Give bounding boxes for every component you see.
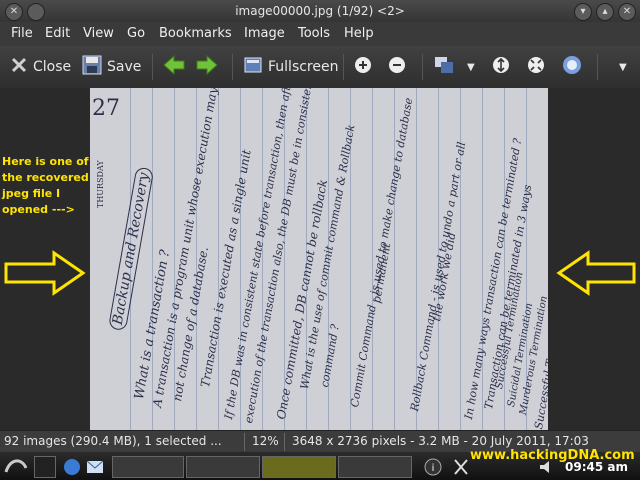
chevron-down-icon: ▼ (619, 61, 627, 73)
fit-window-button[interactable] (527, 56, 550, 78)
ruled-line (218, 88, 219, 430)
minimize-button[interactable]: ▾ (574, 3, 592, 21)
clock[interactable]: 09:45 am (565, 460, 628, 474)
save-button[interactable]: Save (82, 55, 142, 79)
fit-height-button[interactable] (492, 56, 515, 78)
toolbar: Close Save Fullscreen ▼ ▼ (0, 46, 640, 89)
zoom-in-icon (354, 56, 372, 78)
ruled-line (482, 88, 483, 430)
window-title: image00000.jpg (1/92) <2> (235, 4, 405, 18)
taskbar-window[interactable] (338, 456, 412, 478)
close-label: Close (33, 59, 72, 75)
fit-window-icon (527, 56, 545, 78)
menu-bookmarks[interactable]: Bookmarks (159, 26, 232, 41)
zoom-level[interactable]: 12% (252, 434, 279, 448)
zoom-fit-button[interactable] (562, 56, 587, 78)
menu-help[interactable]: Help (344, 26, 374, 41)
toolbar-overflow-button[interactable]: ▼ (619, 56, 627, 78)
selection-status: 92 images (290.4 MB), 1 selected ... (4, 434, 222, 448)
status-divider (244, 433, 245, 451)
save-icon (82, 55, 102, 79)
arrow-right-icon (196, 54, 218, 79)
next-button[interactable] (196, 54, 223, 79)
arrow-right-annotation-icon (4, 250, 86, 296)
magnifier-icon (562, 55, 582, 79)
start-menu-icon[interactable] (4, 456, 28, 476)
fit-height-icon (492, 56, 510, 78)
taskbar-window-active[interactable] (262, 456, 336, 478)
image-view[interactable]: 27 THURSDAY Backup and Recovery What is … (0, 88, 640, 430)
info-icon[interactable]: i (424, 458, 442, 476)
zoom-out-icon (388, 56, 406, 78)
menu-image[interactable]: Image (244, 26, 285, 41)
taskbar-window[interactable] (186, 456, 260, 478)
title-bar: ✕ image00000.jpg (1/92) <2> ▾ ▴ ✕ (0, 0, 640, 22)
zoom-out-button[interactable] (388, 56, 411, 78)
zoom-mode-button[interactable]: ▼ (434, 56, 475, 78)
fullscreen-label: Fullscreen (268, 59, 339, 75)
toolbar-separator (343, 54, 344, 80)
zoom-in-button[interactable] (354, 56, 377, 78)
menu-tools[interactable]: Tools (298, 26, 330, 41)
toolbar-separator (422, 54, 423, 80)
taskbar-window[interactable] (112, 456, 184, 478)
fullscreen-icon (243, 55, 263, 79)
notebook-weekday: THURSDAY (96, 160, 105, 208)
toolbar-separator (232, 54, 233, 80)
status-divider (284, 433, 285, 451)
toolbar-separator (597, 54, 598, 80)
menu-bar: File Edit View Go Bookmarks Image Tools … (0, 22, 640, 46)
notebook-photo: 27 THURSDAY Backup and Recovery What is … (90, 88, 548, 430)
previous-button[interactable] (163, 54, 190, 79)
menu-file[interactable]: File (11, 26, 33, 41)
arrow-left-icon (163, 54, 185, 79)
chevron-down-icon[interactable]: ▼ (467, 62, 475, 73)
toolbar-separator (152, 54, 153, 80)
menu-view[interactable]: View (83, 26, 114, 41)
ruled-line (152, 88, 153, 430)
image-info: 3648 x 2736 pixels - 3.2 MB - 20 July 20… (292, 434, 589, 448)
arrow-left-annotation-icon (556, 250, 636, 296)
close-icon (10, 56, 28, 78)
notebook-page-number: 27 (92, 96, 120, 121)
scissors-icon[interactable] (452, 458, 470, 476)
mail-icon[interactable] (86, 458, 104, 476)
browser-icon[interactable] (63, 458, 81, 476)
terminal-icon[interactable] (34, 456, 56, 478)
zoom-mode-icon (434, 55, 456, 79)
ruled-line (460, 88, 461, 430)
handwriting-line: command ? (318, 323, 342, 389)
menu-edit[interactable]: Edit (45, 26, 70, 41)
save-label: Save (107, 59, 142, 75)
menu-go[interactable]: Go (127, 26, 145, 41)
close-window-button[interactable]: ✕ (618, 3, 636, 21)
fullscreen-button[interactable]: Fullscreen (243, 56, 338, 78)
close-button[interactable]: Close (10, 56, 71, 78)
maximize-button[interactable]: ▴ (596, 3, 614, 21)
svg-text:i: i (432, 463, 435, 474)
annotation-text: Here is one of the recovered jpeg file I… (2, 155, 89, 216)
